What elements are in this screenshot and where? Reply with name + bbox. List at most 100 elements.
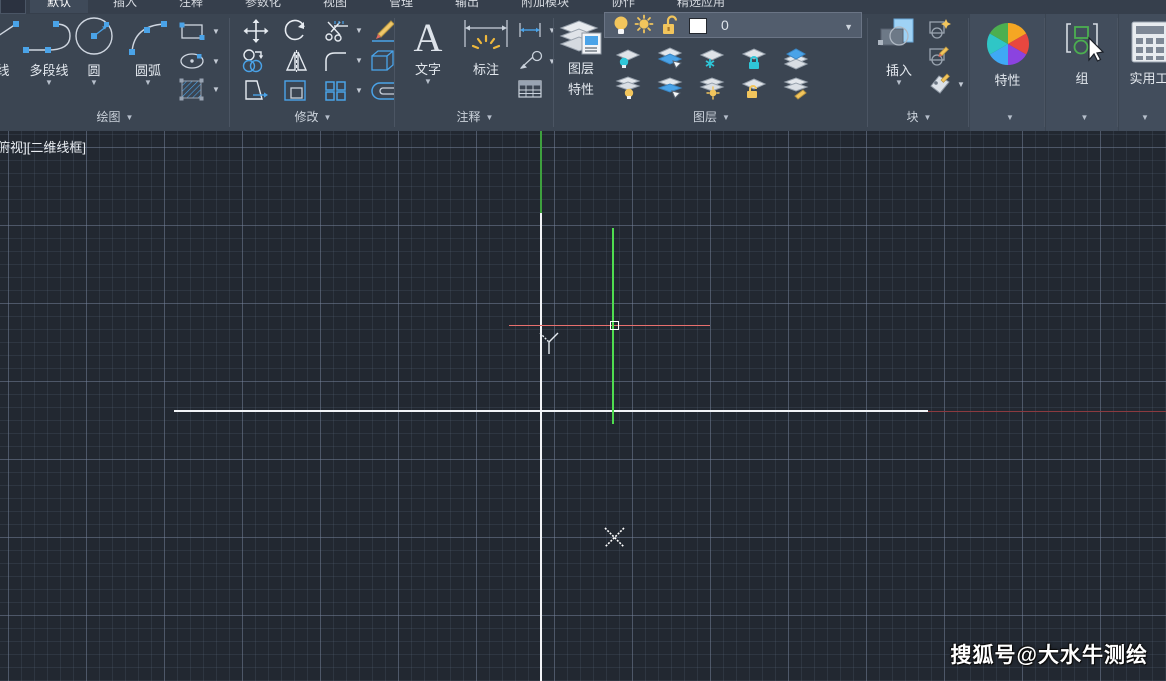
ribbon-panel-draw: 线 多段线 ▼ 圆 ▼ 圆弧 ▼ ▼ ▼ ▼ 绘图 ▼: [0, 14, 230, 131]
layer-tool-off[interactable]: [613, 76, 643, 105]
modify-move-button[interactable]: [241, 18, 271, 49]
modify-fillet-button[interactable]: [321, 48, 351, 79]
block-panel-title-row[interactable]: 块 ▼: [869, 104, 969, 131]
circle-dropdown-caret[interactable]: ▼: [70, 79, 118, 87]
group-button[interactable]: 组: [1046, 20, 1118, 87]
annot-dimension-button[interactable]: 标注: [458, 17, 514, 78]
trim-dropdown-caret[interactable]: ▼: [355, 26, 363, 35]
tab-7[interactable]: 附加模块: [504, 0, 586, 13]
properties-panel-caret-icon[interactable]: ▼: [1006, 104, 1014, 131]
block-attribute-dropdown-caret[interactable]: ▼: [957, 80, 965, 89]
unlocked-padlock-icon[interactable]: [661, 14, 681, 38]
modify-mirror-button[interactable]: [281, 48, 311, 79]
annot-panel-title-row[interactable]: 注释 ▼: [396, 104, 554, 131]
hatch-dropdown-caret[interactable]: ▼: [212, 85, 220, 94]
calculator-icon: [1131, 21, 1166, 63]
block-create-button[interactable]: [927, 17, 955, 46]
layer-tool-freeze[interactable]: [697, 46, 727, 75]
trim-scissors-icon: [325, 21, 348, 42]
modify-copy-button[interactable]: [241, 48, 271, 79]
tab-4[interactable]: 视图: [306, 0, 364, 13]
panel-divider: [1044, 18, 1045, 127]
array-dropdown-caret[interactable]: ▼: [355, 86, 363, 95]
group-panel-expand-row[interactable]: ▼: [1046, 104, 1118, 131]
insert-dropdown-caret[interactable]: ▼: [871, 79, 927, 87]
ribbon-panel-utilities: 实用工 ▼: [1119, 14, 1166, 131]
layer-tool-isolate[interactable]: [613, 46, 643, 75]
lightbulb-on-icon[interactable]: [610, 14, 632, 38]
layer-tool-previous[interactable]: [781, 46, 811, 75]
draw-circle-button[interactable]: 圆 ▼: [70, 16, 118, 87]
tab-0[interactable]: 默认: [30, 0, 88, 13]
drawing-canvas[interactable]: [-][俯视][二维线框] 搜狐号@大水牛测绘: [0, 131, 1166, 681]
draw-panel-title-row[interactable]: 绘图 ▼: [0, 104, 230, 131]
ribbon-panel-modify: ▼ ▼ ▼ 修改 ▼: [231, 14, 395, 131]
layer-tool-thaw-all[interactable]: [697, 76, 727, 105]
layer-props-label-1: 图层: [567, 61, 594, 76]
ribbon-panel-annotation: A 文字 ▼ 标注 ▼ ▼ 注释 ▼: [396, 14, 556, 131]
draw-ellipse-button[interactable]: [178, 50, 206, 77]
block-edit-button[interactable]: [927, 44, 955, 73]
modify-panel-title-row[interactable]: 修改 ▼: [231, 104, 395, 131]
modify-panel-caret-icon[interactable]: ▼: [324, 104, 332, 131]
layers-panel-title-row[interactable]: 图层 ▼: [555, 104, 868, 131]
block-insert-button[interactable]: 插入 ▼: [871, 16, 927, 87]
panel-divider: [867, 18, 868, 127]
fillet-dropdown-caret[interactable]: ▼: [355, 56, 363, 65]
annot-table-button[interactable]: [516, 78, 544, 105]
modify-trim-button[interactable]: [321, 18, 351, 49]
layer-tool-match[interactable]: [655, 76, 685, 105]
layer-color-swatch[interactable]: [689, 18, 707, 34]
tab-6[interactable]: 输出: [438, 0, 496, 13]
tab-2[interactable]: 注释: [162, 0, 220, 13]
ellipse-dropdown-caret[interactable]: ▼: [212, 57, 220, 66]
draw-hatch-button[interactable]: [178, 78, 206, 107]
utilities-panel-expand-row[interactable]: ▼: [1119, 104, 1166, 131]
layer-tool-unlock[interactable]: [739, 76, 769, 105]
sun-icon[interactable]: [633, 14, 655, 38]
modify-rotate-button[interactable]: [281, 18, 311, 49]
modify-extrude-button[interactable]: [369, 48, 397, 79]
layer-properties-button[interactable]: 图层 特性: [555, 16, 607, 98]
draw-rectangle-button[interactable]: [178, 20, 206, 47]
utilities-panel-caret-icon[interactable]: ▼: [1141, 104, 1149, 131]
viewport-label[interactable]: [-][俯视][二维线框]: [0, 137, 86, 156]
block-attribute-button[interactable]: [927, 72, 955, 101]
block-panel-caret-icon[interactable]: ▼: [924, 104, 932, 131]
layer-tool-lock[interactable]: [739, 46, 769, 75]
utilities-button[interactable]: 实用工: [1119, 20, 1166, 87]
properties-button[interactable]: 特性: [970, 20, 1045, 89]
draw-panel-caret-icon[interactable]: ▼: [126, 104, 134, 131]
annot-linear-dim-button[interactable]: [516, 20, 544, 45]
circle-icon: [75, 17, 113, 55]
chevron-down-icon[interactable]: ▼: [844, 22, 853, 32]
properties-panel-expand-row[interactable]: ▼: [970, 104, 1045, 131]
application-menu-button[interactable]: [0, 0, 26, 14]
annot-leader-button[interactable]: [516, 50, 544, 77]
group-select-icon: [1066, 23, 1105, 62]
arc-dropdown-caret[interactable]: ▼: [120, 79, 176, 87]
tab-5[interactable]: 管理: [372, 0, 430, 13]
draw-arc-button[interactable]: 圆弧 ▼: [120, 16, 176, 87]
layer-make-current-icon: [657, 47, 683, 69]
tab-1[interactable]: 插入: [96, 0, 154, 13]
rectangle-dropdown-caret[interactable]: ▼: [212, 27, 220, 36]
horizontal-line-entity[interactable]: [174, 410, 928, 412]
group-panel-caret-icon[interactable]: ▼: [1081, 104, 1089, 131]
layer-tool-change-to-current[interactable]: [781, 76, 811, 105]
grid-overlay: [0, 131, 1166, 681]
modify-panel-title: 修改: [294, 110, 319, 124]
layer-tool-make-current[interactable]: [655, 46, 685, 75]
annot-panel-caret-icon[interactable]: ▼: [486, 104, 494, 131]
layers-panel-caret-icon[interactable]: ▼: [722, 104, 730, 131]
annot-text-button[interactable]: A 文字 ▼: [400, 17, 456, 86]
modify-erase-button[interactable]: [369, 18, 397, 49]
text-dropdown-caret[interactable]: ▼: [400, 78, 456, 86]
tab-3[interactable]: 参数化: [228, 0, 298, 13]
annot-dimension-label: 标注: [472, 62, 499, 77]
ribbon-panel-group: 组 ▼: [1046, 14, 1118, 131]
vertical-line-entity[interactable]: [540, 213, 542, 681]
annot-panel-title: 注释: [456, 110, 481, 124]
panel-divider: [968, 18, 969, 127]
layer-dropdown[interactable]: 0 ▼: [604, 12, 862, 38]
